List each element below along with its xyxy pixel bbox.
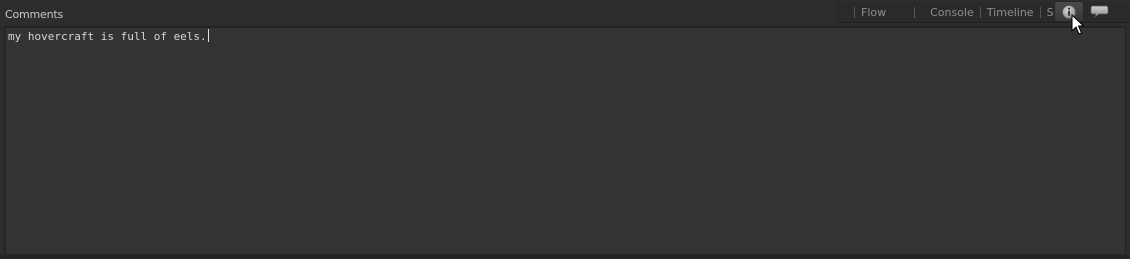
panel-bottom-edge [0, 254, 1130, 259]
toolbar-separator [1039, 6, 1041, 18]
toolbar-separator [854, 6, 855, 18]
comments-text-area[interactable]: my hovercraft is full of eels. [4, 26, 1126, 255]
comment-text-content: my hovercraft is full of eels. [8, 30, 207, 43]
toolbar-separator [914, 6, 916, 18]
tab-timeline[interactable]: Timeline [986, 6, 1035, 19]
tab-console[interactable]: Console [929, 6, 975, 19]
tab-flow[interactable]: Flow [860, 6, 887, 19]
toolbar-separator [979, 6, 981, 18]
comments-panel: Comments Flow Console Timeline Spline [0, 0, 1130, 259]
text-caret [207, 29, 209, 42]
info-button[interactable] [1054, 1, 1084, 22]
panel-title: Comments [5, 8, 64, 21]
comments-button[interactable] [1085, 1, 1115, 22]
speech-bubble-icon [1090, 5, 1109, 18]
info-icon [1062, 4, 1076, 19]
comment-text: my hovercraft is full of eels. [8, 29, 209, 44]
